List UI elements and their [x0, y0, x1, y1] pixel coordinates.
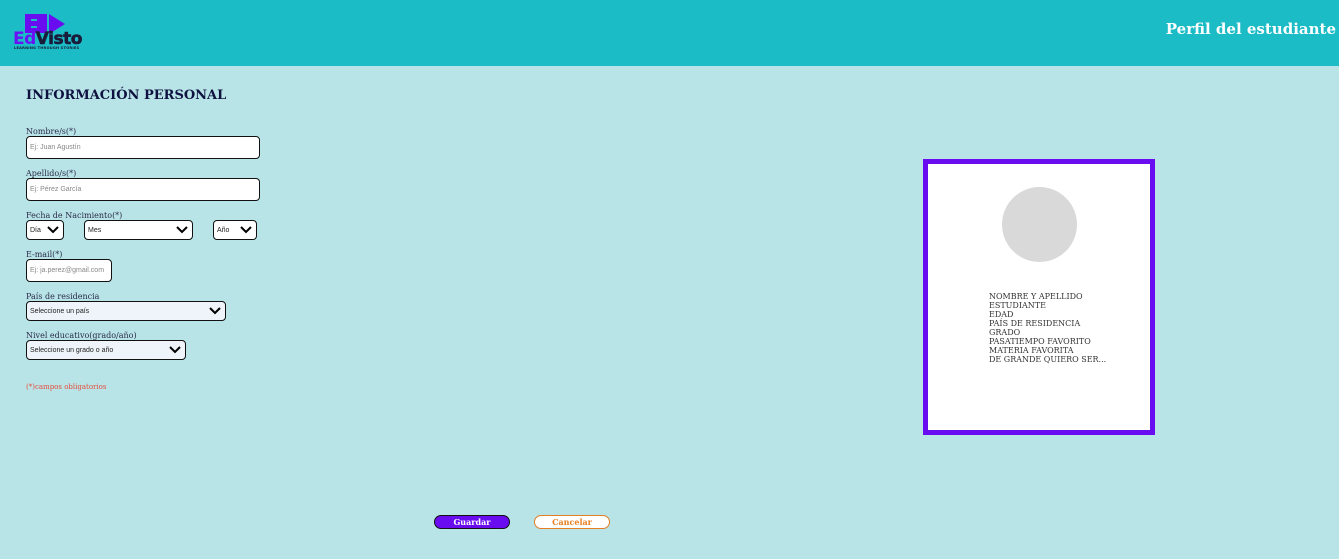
profile-line-hobby: PASATIEMPO FAVORITO	[989, 337, 1091, 346]
education-select[interactable]: Seleccione un grado o año	[26, 340, 186, 360]
last-name-input[interactable]: Ej: Pérez García	[26, 178, 260, 201]
birth-date-label: Fecha de Nacimiento(*)	[26, 211, 123, 220]
profile-line-subject: MATERIA FAVORITA	[989, 346, 1074, 355]
chevron-down-icon	[176, 226, 188, 234]
chevron-down-icon	[209, 307, 221, 315]
chevron-down-icon	[47, 226, 59, 234]
education-value: Seleccione un grado o año	[30, 346, 114, 354]
profile-line-grade: GRADO	[989, 328, 1021, 337]
profile-summary-list: NOMBRE Y APELLIDO ESTUDIANTE EDAD PAÍS D…	[989, 292, 1106, 364]
birth-year-value: Año	[217, 226, 230, 234]
birth-month-select[interactable]: Mes	[84, 220, 193, 240]
profile-preview-card: NOMBRE Y APELLIDO ESTUDIANTE EDAD PAÍS D…	[923, 159, 1155, 435]
edvisto-logo[interactable]: EdVisto LEARNING THROUGH STORIES	[13, 12, 83, 54]
profile-line-age: EDAD	[989, 310, 1014, 319]
email-label: E-mail(*)	[26, 250, 63, 259]
country-select[interactable]: Seleccione un país	[26, 301, 226, 321]
first-name-label: Nombre/s(*)	[26, 127, 77, 136]
first-name-placeholder: Ej: Juan Agustín	[30, 144, 81, 151]
country-value: Seleccione un país	[30, 307, 90, 315]
chevron-down-icon	[240, 226, 252, 234]
email-input[interactable]: Ej: ja.perez@gmail.com	[26, 259, 112, 282]
avatar[interactable]	[1002, 187, 1077, 262]
birth-day-select[interactable]: Día	[26, 220, 64, 240]
save-button[interactable]: Guardar	[434, 515, 510, 529]
last-name-placeholder: Ej: Pérez García	[30, 186, 82, 193]
profile-line-role: ESTUDIANTE	[989, 301, 1046, 310]
education-label: Nivel educativo(grado/año)	[26, 331, 137, 340]
section-title: INFORMACIÓN PERSONAL	[26, 88, 227, 103]
email-placeholder: Ej: ja.perez@gmail.com	[30, 267, 105, 274]
last-name-label: Apellido/s(*)	[26, 169, 77, 178]
cancel-button[interactable]: Cancelar	[534, 515, 610, 529]
profile-line-country: PAÍS DE RESIDENCIA	[989, 319, 1081, 328]
birth-month-value: Mes	[88, 226, 102, 234]
chevron-down-icon	[169, 346, 181, 354]
birth-day-value: Día	[30, 226, 41, 234]
birth-year-select[interactable]: Año	[213, 220, 257, 240]
first-name-input[interactable]: Ej: Juan Agustín	[26, 136, 260, 159]
required-fields-note: (*)campos obligatorios	[26, 383, 107, 391]
profile-line-name: NOMBRE Y APELLIDO	[989, 292, 1083, 301]
country-label: País de residencia	[26, 292, 100, 301]
page-title: Perfil del estudiante	[1165, 20, 1336, 38]
logo-tagline: LEARNING THROUGH STORIES	[14, 46, 80, 50]
profile-line-dream: DE GRANDE QUIERO SER...	[989, 355, 1107, 364]
header-bar: EdVisto LEARNING THROUGH STORIES Perfil …	[0, 0, 1339, 66]
